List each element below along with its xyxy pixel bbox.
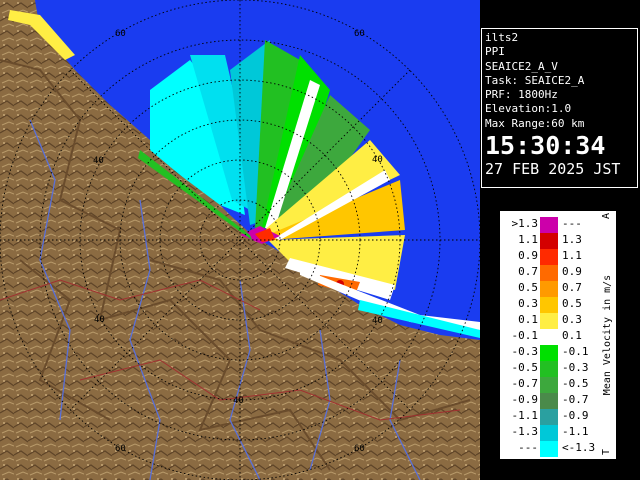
legend-upper-bound: -0.5 xyxy=(562,377,589,390)
legend-color-swatch xyxy=(540,441,558,457)
legend-upper-bound: -0.1 xyxy=(562,345,589,358)
legend-lower-bound: -0.7 xyxy=(511,377,539,390)
legend-lower-bound: 0.7 xyxy=(518,265,538,278)
legend-color-swatch xyxy=(540,313,558,329)
legend-upper-bound: 0.1 xyxy=(562,329,582,342)
range-label-60-sw: 60 xyxy=(115,444,126,454)
legend-upper-bound: 0.7 xyxy=(562,281,582,294)
radar-info-panel: ilts2 PPI SEAICE2_A_V Task: SEAICE2_A PR… xyxy=(481,28,638,188)
range-label-40-sw: 40 xyxy=(94,315,105,325)
range-label-40-s: 40 xyxy=(233,396,244,406)
legend-color-swatch xyxy=(540,233,558,249)
velocity-legend: >1.3 --- 1.1 1.3 0.9 1.1 0.7 0.9 0.5 0.7 0.3 0.5 0.1… xyxy=(499,210,617,460)
legend-color-swatch xyxy=(540,377,558,393)
legend-color-swatch xyxy=(540,281,558,297)
legend-color-swatch xyxy=(540,345,558,361)
legend-upper-bound: 0.9 xyxy=(562,265,582,278)
max-range-value: Max Range:60 km xyxy=(485,116,585,130)
legend-upper-bound: -0.3 xyxy=(562,361,589,374)
scan-time: 15:30:34 xyxy=(485,131,606,161)
legend-lower-bound: -0.3 xyxy=(511,345,539,358)
legend-color-swatch xyxy=(540,361,558,377)
legend-unit-label: A Mean Velocity in m/s T xyxy=(601,213,613,455)
legend-color-swatch xyxy=(540,249,558,265)
scan-mode: PPI xyxy=(485,45,505,59)
legend-upper-bound: -0.9 xyxy=(562,409,589,422)
prf-value: PRF: 1800Hz xyxy=(485,88,558,102)
legend-upper-bound: 1.3 xyxy=(562,233,582,246)
range-label-60-se: 60 xyxy=(354,444,365,454)
legend-unit-text: Mean Velocity in m/s xyxy=(602,275,613,395)
legend-lower-bound: -0.5 xyxy=(511,361,539,374)
legend-upper-bound: 0.5 xyxy=(562,297,582,310)
legend-lower-bound: 0.1 xyxy=(518,313,538,326)
legend-upper-bound: 0.3 xyxy=(562,313,582,326)
legend-lower-bound: 1.1 xyxy=(518,233,538,246)
scan-date: 27 FEB 2025 JST xyxy=(485,160,621,179)
range-label-40-ne: 40 xyxy=(372,155,383,165)
legend-lower-bound: --- xyxy=(518,441,538,454)
range-label-40-w: 40 xyxy=(93,156,104,166)
legend-lower-bound: 0.9 xyxy=(518,249,538,262)
legend-upper-bound: --- xyxy=(562,217,582,230)
elevation-value: Elevation:1.0 xyxy=(485,102,572,116)
legend-color-swatch xyxy=(540,265,558,281)
legend-lower-bound: 0.5 xyxy=(518,281,538,294)
range-label-40-se: 40 xyxy=(372,316,383,326)
product-name: SEAICE2_A_V xyxy=(485,59,558,73)
task-name: Task: SEAICE2_A xyxy=(485,73,585,87)
legend-top-marker: A xyxy=(601,213,612,219)
legend-lower-bound: -0.9 xyxy=(511,393,539,406)
legend-upper-bound: -1.1 xyxy=(562,425,589,438)
legend-lower-bound: -0.1 xyxy=(511,329,539,342)
legend-color-swatch xyxy=(540,217,558,233)
legend-upper-bound: -0.7 xyxy=(562,393,589,406)
legend-upper-bound: <-1.3 xyxy=(562,441,596,454)
legend-lower-bound: -1.3 xyxy=(511,425,539,438)
legend-color-swatch xyxy=(540,329,558,345)
legend-color-swatch xyxy=(540,297,558,313)
legend-lower-bound: -1.1 xyxy=(511,409,539,422)
legend-color-swatch xyxy=(540,393,558,409)
legend-lower-bound: >1.3 xyxy=(511,217,539,230)
legend-lower-bound: 0.3 xyxy=(518,297,538,310)
legend-color-swatch xyxy=(540,409,558,425)
site-name: ilts2 xyxy=(485,31,519,44)
legend-upper-bound: 1.1 xyxy=(562,249,582,262)
legend-color-swatch xyxy=(540,425,558,441)
range-label-60-nw: 60 xyxy=(115,29,126,39)
range-label-60-ne: 60 xyxy=(354,29,365,39)
legend-bottom-marker: T xyxy=(601,449,612,455)
radar-ppi-map: 60 40 40 40 40 40 60 60 60 xyxy=(0,0,480,480)
